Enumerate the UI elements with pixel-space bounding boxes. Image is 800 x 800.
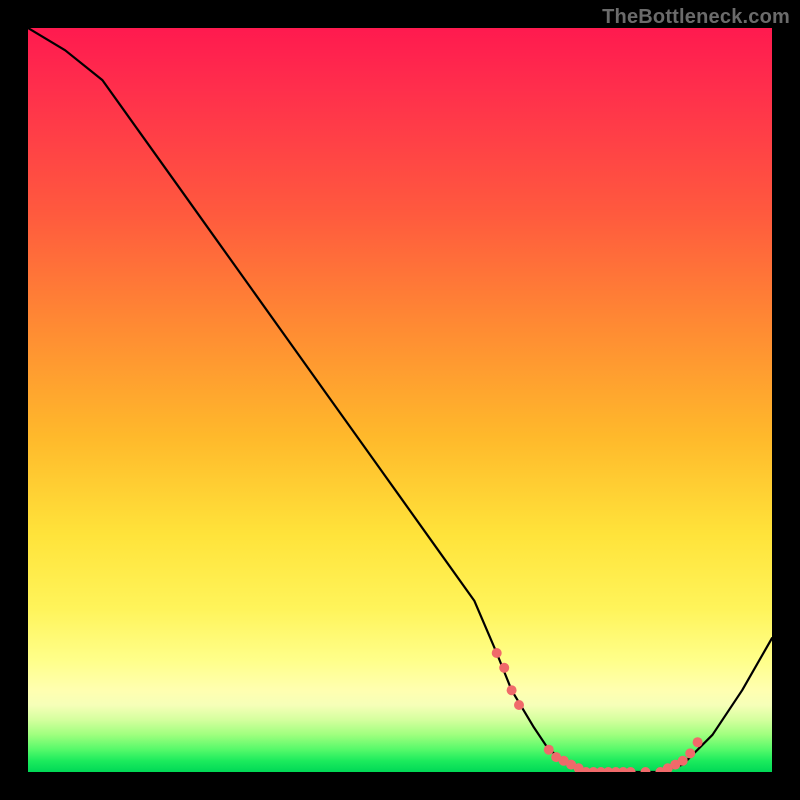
- highlight-dot: [492, 648, 502, 658]
- watermark-text: TheBottleneck.com: [602, 6, 790, 29]
- highlight-dot: [641, 767, 651, 772]
- highlight-dot: [507, 685, 517, 695]
- highlight-dot: [693, 737, 703, 747]
- highlight-dot: [499, 663, 509, 673]
- bottleneck-curve: [28, 28, 772, 772]
- highlight-dot: [685, 748, 695, 758]
- chart-frame: TheBottleneck.com: [0, 0, 800, 800]
- highlight-dot: [678, 756, 688, 766]
- highlight-dot: [544, 745, 554, 755]
- highlight-dot: [514, 700, 524, 710]
- highlight-dot: [626, 767, 636, 772]
- curve-svg: [28, 28, 772, 772]
- plot-area: [28, 28, 772, 772]
